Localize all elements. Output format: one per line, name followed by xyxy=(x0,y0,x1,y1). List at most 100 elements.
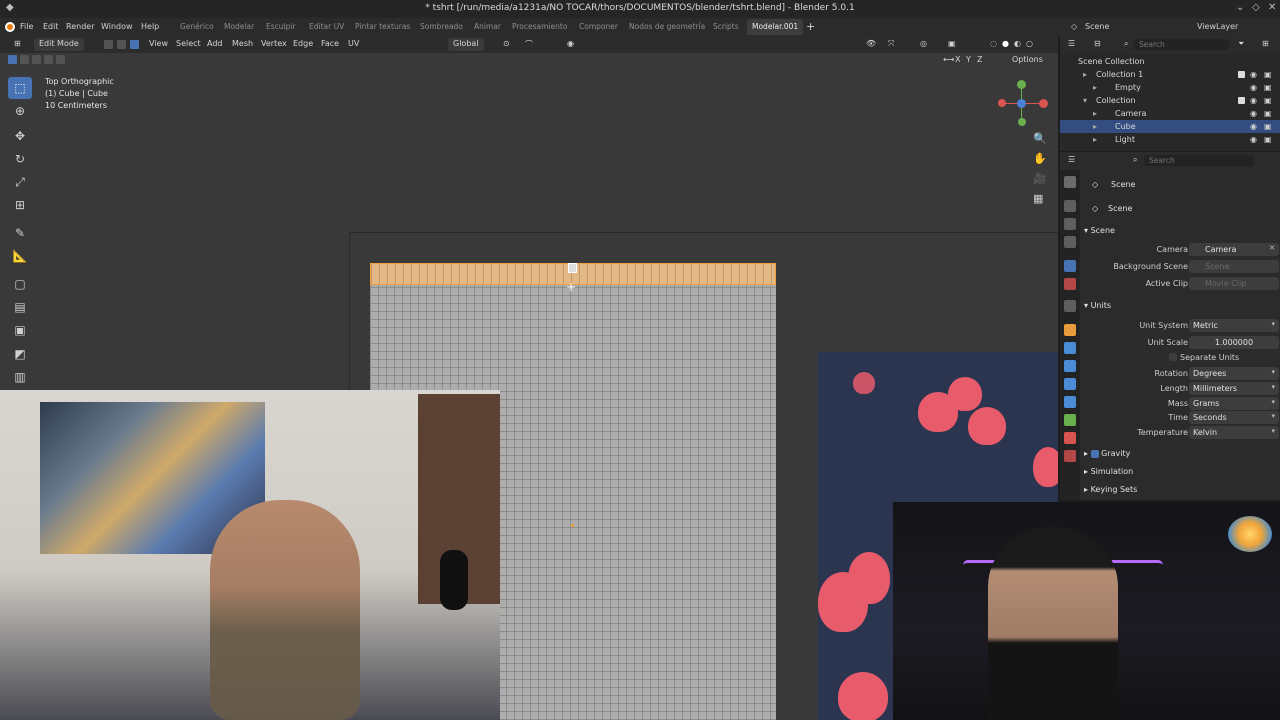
workspace-tab-editar-uv[interactable]: Editar UV xyxy=(309,22,344,31)
tool-tab-icon[interactable] xyxy=(1064,176,1076,188)
outliner-row-cube[interactable]: ▸ Cube ◉ ▣ xyxy=(1060,120,1280,133)
workspace-tab-procesamiento[interactable]: Procesamiento xyxy=(512,22,567,31)
workspace-tab-scripts[interactable]: Scripts xyxy=(713,22,739,31)
object-tab-icon[interactable] xyxy=(1064,324,1076,336)
menu-file[interactable]: File xyxy=(20,22,33,31)
outliner-editor-icon[interactable]: ☰ xyxy=(1068,39,1075,48)
camera-view-icon[interactable]: 🎥 xyxy=(1033,172,1047,185)
visibility-eye-icon[interactable]: ◉ xyxy=(1250,70,1257,79)
rotation-dropdown[interactable]: Degrees ▾ xyxy=(1189,367,1279,380)
menu-mesh[interactable]: Mesh xyxy=(232,39,253,48)
outliner-row-scene-collection[interactable]: Scene Collection xyxy=(1060,55,1280,68)
selection-mode-subtract-button[interactable] xyxy=(32,55,41,64)
selection-mode-set-button[interactable] xyxy=(8,55,17,64)
workspace-tab-generico[interactable]: Genérico xyxy=(180,22,214,31)
expand-arrow-icon[interactable]: ▸ xyxy=(1093,135,1097,144)
outliner-row-light[interactable]: ▸ Light ◉ ▣ xyxy=(1060,133,1280,146)
shading-material-icon[interactable]: ◐ xyxy=(1014,39,1021,48)
zoom-icon[interactable]: 🔍 xyxy=(1033,132,1047,145)
time-dropdown[interactable]: Seconds ▾ xyxy=(1189,411,1279,424)
view-layer-tab-icon[interactable] xyxy=(1064,236,1076,248)
outliner-search-input[interactable] xyxy=(1134,39,1229,50)
visibility-eye-icon[interactable]: ◉ xyxy=(1250,96,1257,105)
workspace-tab-esculpir[interactable]: Esculpir xyxy=(266,22,296,31)
expand-arrow-icon[interactable]: ▸ xyxy=(1093,122,1097,131)
viewlayer-selector[interactable]: ViewLayer xyxy=(1197,22,1238,31)
temperature-dropdown[interactable]: Kelvin ▾ xyxy=(1189,426,1279,439)
filter-icon[interactable]: ⏷ xyxy=(1238,39,1244,49)
render-camera-icon[interactable]: ▣ xyxy=(1264,70,1272,79)
render-camera-icon[interactable]: ▣ xyxy=(1264,109,1272,118)
menu-vertex[interactable]: Vertex xyxy=(261,39,287,48)
active-clip-field[interactable]: Movie Clip xyxy=(1189,277,1279,290)
workspace-tab-pintar-texturas[interactable]: Pintar texturas xyxy=(355,22,410,31)
orientation-selector[interactable]: Global xyxy=(448,38,484,51)
output-tab-icon[interactable] xyxy=(1064,218,1076,230)
x-axis-icon[interactable] xyxy=(1039,99,1048,108)
workspace-tab-nodos-geometria[interactable]: Nodos de geometría xyxy=(629,22,705,31)
length-dropdown[interactable]: Millimeters ▾ xyxy=(1189,382,1279,395)
maximize-icon[interactable]: ◇ xyxy=(1252,2,1260,13)
measure-tool[interactable]: 📐 xyxy=(8,245,32,267)
snap-icon[interactable]: ⌒ xyxy=(525,39,533,50)
overlays-icon[interactable]: ◎ xyxy=(920,39,927,48)
unit-scale-field[interactable]: 1.000000 xyxy=(1189,336,1279,349)
scene-tab-icon[interactable] xyxy=(1064,260,1076,272)
cursor-tool[interactable]: ⊕ xyxy=(8,100,32,122)
data-tab-icon[interactable] xyxy=(1064,414,1076,426)
neg-y-axis-icon[interactable] xyxy=(1018,118,1026,126)
gravity-checkbox[interactable] xyxy=(1090,449,1099,458)
shading-solid-icon[interactable]: ● xyxy=(1002,39,1009,48)
exclude-checkbox[interactable] xyxy=(1238,97,1245,104)
blender-logo-icon[interactable] xyxy=(5,22,15,32)
xray-icon[interactable]: ▣ xyxy=(948,39,956,48)
transform-tool[interactable]: ⊞ xyxy=(8,194,32,216)
collection-tab-icon[interactable] xyxy=(1064,300,1076,312)
menu-face[interactable]: Face xyxy=(321,39,339,48)
editor-type-icon[interactable]: ⊞ xyxy=(14,39,21,48)
gizmo-toggle-icon[interactable]: ⤧ xyxy=(888,39,894,49)
workspace-tab-animar[interactable]: Animar xyxy=(474,22,501,31)
z-axis-icon[interactable] xyxy=(1017,99,1026,108)
properties-editor-icon[interactable]: ☰ xyxy=(1068,155,1075,164)
select-box-tool[interactable]: ⬚ xyxy=(8,77,32,99)
render-camera-icon[interactable]: ▣ xyxy=(1264,135,1272,144)
menu-window[interactable]: Window xyxy=(101,22,133,31)
display-mode-icon[interactable]: ⊟ xyxy=(1094,39,1101,48)
rotate-tool[interactable]: ↻ xyxy=(8,148,32,170)
simulation-panel-header[interactable]: ▸ Simulation xyxy=(1084,467,1133,476)
render-camera-icon[interactable]: ▣ xyxy=(1264,96,1272,105)
pivot-icon[interactable]: ⊙ xyxy=(503,39,510,48)
add-cube-tool[interactable]: ▢ xyxy=(8,273,32,295)
mode-selector[interactable]: Edit Mode xyxy=(34,38,84,51)
menu-render[interactable]: Render xyxy=(66,22,94,31)
loop-cut-tool[interactable]: ▥ xyxy=(8,366,32,388)
selection-mode-invert-button[interactable] xyxy=(44,55,53,64)
particles-tab-icon[interactable] xyxy=(1064,360,1076,372)
constraints-tab-icon[interactable] xyxy=(1064,396,1076,408)
face-select-button[interactable] xyxy=(130,40,139,49)
visibility-eye-icon[interactable]: ◉ xyxy=(1250,122,1257,131)
mass-dropdown[interactable]: Grams ▾ xyxy=(1189,397,1279,410)
options-dropdown[interactable]: Options xyxy=(1012,55,1043,64)
outliner-row-camera[interactable]: ▸ Camera ◉ ▣ xyxy=(1060,107,1280,120)
background-scene-field[interactable]: Scene xyxy=(1189,260,1279,273)
clear-icon[interactable]: ✕ xyxy=(1269,244,1275,252)
unit-system-dropdown[interactable]: Metric ▾ xyxy=(1189,319,1279,332)
mirror-x-toggle[interactable]: X xyxy=(955,55,960,64)
gravity-panel-header[interactable]: ▸ Gravity xyxy=(1084,449,1130,458)
move-tool[interactable]: ✥ xyxy=(8,125,32,147)
annotate-tool[interactable]: ✎ xyxy=(8,222,32,244)
render-camera-icon[interactable]: ▣ xyxy=(1264,122,1272,131)
exclude-checkbox[interactable] xyxy=(1238,71,1245,78)
selection-mode-extend-button[interactable] xyxy=(20,55,29,64)
pan-icon[interactable]: ✋ xyxy=(1033,152,1047,165)
units-panel-header[interactable]: ▾ Units xyxy=(1084,301,1111,310)
menu-edit[interactable]: Edit xyxy=(43,22,59,31)
ortho-grid-icon[interactable]: ▦ xyxy=(1033,192,1043,205)
navigation-gizmo[interactable] xyxy=(996,76,1048,128)
properties-search-input[interactable] xyxy=(1144,155,1254,166)
separate-units-checkbox[interactable] xyxy=(1169,353,1177,361)
collapse-arrow-icon[interactable]: ▾ xyxy=(1083,96,1087,105)
bevel-tool[interactable]: ◩ xyxy=(8,343,32,365)
